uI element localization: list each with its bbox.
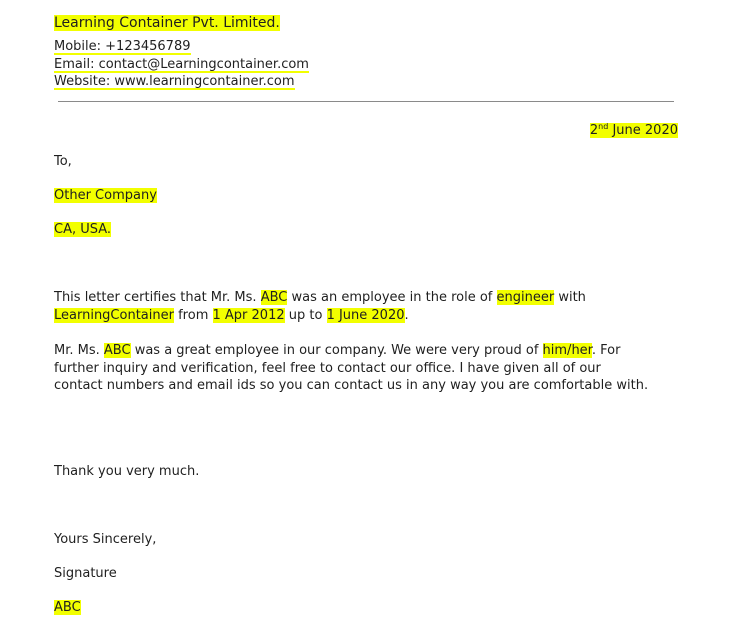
pronoun: him/her bbox=[542, 343, 592, 358]
mobile-line: Mobile: +123456789 bbox=[54, 38, 191, 55]
text: was an employee in the role of bbox=[287, 290, 497, 305]
header-divider bbox=[58, 101, 674, 102]
company-name-text: Learning Container Pvt. Limited. bbox=[54, 15, 280, 31]
valediction: Yours Sincerely, bbox=[54, 532, 157, 547]
text: with bbox=[554, 290, 586, 305]
employee-name: ABC bbox=[260, 290, 288, 305]
signature-line: Signature bbox=[54, 566, 117, 581]
text: was a great employee in our company. We … bbox=[130, 343, 543, 358]
text: Mr. Ms. bbox=[54, 343, 104, 358]
text: up to bbox=[284, 307, 327, 323]
end-date: 1 June 2020 bbox=[326, 307, 405, 323]
text: . bbox=[404, 307, 409, 323]
employee-name: ABC bbox=[103, 343, 131, 358]
website-line: Website: www.learningcontainer.com bbox=[54, 73, 295, 90]
thanks-line: Thank you very much. bbox=[54, 464, 200, 479]
salutation: To, bbox=[54, 154, 72, 169]
employer-name: LearningContainer bbox=[54, 307, 174, 323]
date-rest: June 2020 bbox=[608, 123, 678, 138]
letter-date: 2nd June 2020 bbox=[589, 118, 678, 139]
text: This letter certifies that Mr. Ms. bbox=[54, 290, 261, 305]
text: from bbox=[173, 307, 213, 323]
praise-paragraph: Mr. Ms. ABC was a great employee in our … bbox=[54, 342, 652, 395]
employee-role: engineer bbox=[496, 290, 555, 305]
date-suffix: nd bbox=[598, 122, 609, 131]
recipient-company: Other Company bbox=[54, 187, 157, 204]
recipient-location: CA, USA. bbox=[54, 221, 112, 238]
start-date: 1 Apr 2012 bbox=[212, 307, 285, 323]
recipient-company-text: Other Company bbox=[54, 188, 157, 203]
recipient-location-text: CA, USA. bbox=[54, 222, 112, 237]
date-day: 2 bbox=[589, 123, 599, 138]
email-line: Email: contact@Learningcontainer.com bbox=[54, 56, 309, 73]
certification-paragraph: This letter certifies that Mr. Ms. ABC w… bbox=[54, 289, 654, 324]
company-name: Learning Container Pvt. Limited. bbox=[54, 14, 280, 32]
signer-name-text: ABC bbox=[54, 600, 81, 615]
date-highlight: 2nd June 2020 bbox=[589, 122, 678, 138]
signer-name: ABC bbox=[54, 599, 81, 616]
